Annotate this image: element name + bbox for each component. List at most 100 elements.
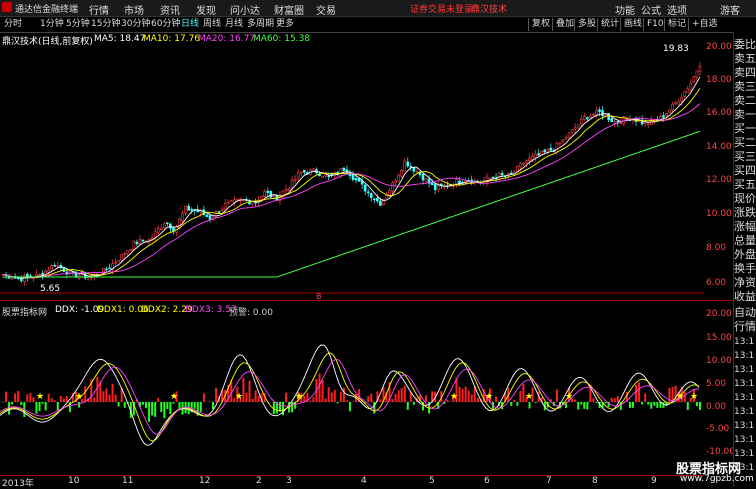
side-label[interactable]: 自动 bbox=[734, 306, 756, 319]
low-price-mark: 5.65 bbox=[40, 284, 60, 294]
candle-body bbox=[699, 66, 701, 71]
period-tab[interactable]: 15分钟 bbox=[91, 18, 120, 31]
tool-tongji[interactable]: 统计 bbox=[597, 18, 619, 31]
ddx-bar bbox=[401, 388, 403, 402]
candle-body bbox=[562, 139, 564, 141]
alert-star: ★ bbox=[295, 392, 303, 402]
candle-body bbox=[644, 122, 646, 123]
ddx-bar bbox=[650, 402, 652, 409]
candle-body bbox=[672, 104, 674, 109]
price-axis bbox=[704, 32, 732, 487]
ma10-label: MA10: 17.76 bbox=[143, 34, 200, 44]
period-tab[interactable]: 30分钟 bbox=[121, 18, 150, 31]
menu-wenxiaoda[interactable]: 问小达 bbox=[230, 2, 260, 17]
ddx-bar bbox=[109, 395, 111, 402]
candle-body bbox=[236, 199, 238, 200]
candle-body bbox=[678, 102, 680, 105]
ddx-bar bbox=[407, 402, 409, 410]
ddx-bar bbox=[641, 402, 643, 404]
candle-body bbox=[696, 71, 698, 77]
period-tab[interactable]: 5分钟 bbox=[66, 18, 90, 31]
tool-zixuan[interactable]: +自选 bbox=[688, 18, 718, 31]
menu-gongneng[interactable]: 功能 bbox=[615, 2, 635, 17]
menu-shichang[interactable]: 市场 bbox=[124, 2, 144, 17]
candle-body bbox=[325, 174, 327, 176]
alert-star: ★ bbox=[565, 392, 573, 402]
period-tab[interactable]: 多周期 bbox=[247, 18, 274, 31]
menu-gongshi[interactable]: 公式 bbox=[641, 2, 661, 17]
menu-guest[interactable]: 游客 bbox=[720, 2, 740, 17]
candle-body bbox=[611, 118, 613, 121]
ma20-label: MA20: 16.77 bbox=[198, 34, 255, 44]
date-axis bbox=[0, 475, 704, 488]
date-label: 8 bbox=[592, 476, 598, 486]
tool-diejia[interactable]: 叠加 bbox=[552, 18, 574, 31]
ddx-bar bbox=[413, 402, 415, 405]
candle-body bbox=[659, 117, 661, 119]
menu-faxian[interactable]: 发现 bbox=[196, 2, 216, 17]
candle-body bbox=[422, 174, 424, 180]
tool-fuquan[interactable]: 复权 bbox=[528, 18, 550, 31]
period-toolbar: 分时 1分钟 5分钟 15分钟 30分钟 60分钟 日线 周线 月线 多周期 更… bbox=[0, 17, 756, 33]
candle-body bbox=[693, 76, 695, 82]
tool-f10[interactable]: F10 bbox=[643, 18, 664, 31]
ddx-bar bbox=[614, 398, 616, 402]
menu-zixun[interactable]: 资讯 bbox=[160, 2, 180, 17]
period-tab-active[interactable]: 日线 bbox=[181, 18, 199, 31]
candle-body bbox=[416, 172, 418, 173]
date-label: 2013年 bbox=[2, 476, 34, 489]
ddx-bar bbox=[163, 402, 165, 418]
side-label: 收益 bbox=[734, 290, 756, 303]
menu-caifuquan[interactable]: 财富圈 bbox=[274, 2, 304, 17]
ddx-bar bbox=[446, 400, 448, 402]
menu-hangqing[interactable]: 行情 bbox=[89, 2, 109, 17]
ddx-bar bbox=[252, 399, 254, 402]
candle-body bbox=[188, 206, 190, 210]
menu-bar: 通达信金融终端 行情 市场 资讯 发现 问小达 财富圈 交易 证券交易未登录 鼎… bbox=[0, 0, 756, 17]
period-tab[interactable]: 更多 bbox=[276, 18, 294, 31]
ddx-bar bbox=[151, 402, 153, 415]
ddx-bar bbox=[519, 391, 521, 402]
candle-body bbox=[127, 251, 129, 254]
ddx-bar bbox=[328, 387, 330, 402]
tool-huaxian[interactable]: 画线 bbox=[620, 18, 642, 31]
ddx-bar bbox=[112, 384, 114, 402]
candle-body bbox=[669, 110, 671, 113]
candle-body bbox=[589, 116, 591, 118]
ma10-line bbox=[3, 88, 700, 277]
menu-xuanxiang[interactable]: 选项 bbox=[667, 2, 687, 17]
ddx-bar bbox=[535, 402, 537, 403]
ddx-bar bbox=[379, 399, 381, 402]
ddx-bar bbox=[367, 396, 369, 402]
ddx-bar bbox=[309, 401, 311, 402]
period-tab[interactable]: 1分钟 bbox=[40, 18, 64, 31]
ddx-indicator-chart[interactable]: ★★★★★★★★★★★ bbox=[0, 302, 704, 474]
ddx-line bbox=[0, 345, 699, 445]
ddx-bar bbox=[349, 402, 351, 411]
ddx-bar bbox=[632, 402, 634, 408]
candle-body bbox=[492, 177, 494, 178]
alert-star: ★ bbox=[525, 392, 533, 402]
ddx-bar bbox=[14, 393, 16, 402]
ddx-bar bbox=[285, 393, 287, 402]
stock-link[interactable]: 鼎汉技术 bbox=[471, 2, 507, 15]
period-tab[interactable]: 月线 bbox=[225, 18, 243, 31]
period-tab[interactable]: 分时 bbox=[4, 18, 22, 31]
period-tab[interactable]: 60分钟 bbox=[151, 18, 180, 31]
ddx-bar bbox=[662, 402, 664, 408]
menu-jiaoyi[interactable]: 交易 bbox=[316, 2, 336, 17]
tool-duogu[interactable]: 多股 bbox=[574, 18, 596, 31]
candle-body bbox=[136, 242, 138, 244]
candle-body bbox=[675, 103, 677, 104]
date-label: 5 bbox=[429, 476, 435, 486]
candlestick-chart[interactable] bbox=[0, 44, 704, 294]
candle-body bbox=[599, 110, 601, 112]
side-label[interactable]: 行情 bbox=[734, 320, 756, 333]
candle-body bbox=[568, 133, 570, 138]
period-tab[interactable]: 周线 bbox=[203, 18, 221, 31]
login-notice[interactable]: 证券交易未登录 bbox=[410, 2, 473, 15]
ddx-bar bbox=[398, 390, 400, 402]
ddx-bar bbox=[145, 402, 147, 408]
ddx-bar bbox=[629, 402, 631, 408]
tool-biaoji[interactable]: 标记 bbox=[664, 18, 686, 31]
